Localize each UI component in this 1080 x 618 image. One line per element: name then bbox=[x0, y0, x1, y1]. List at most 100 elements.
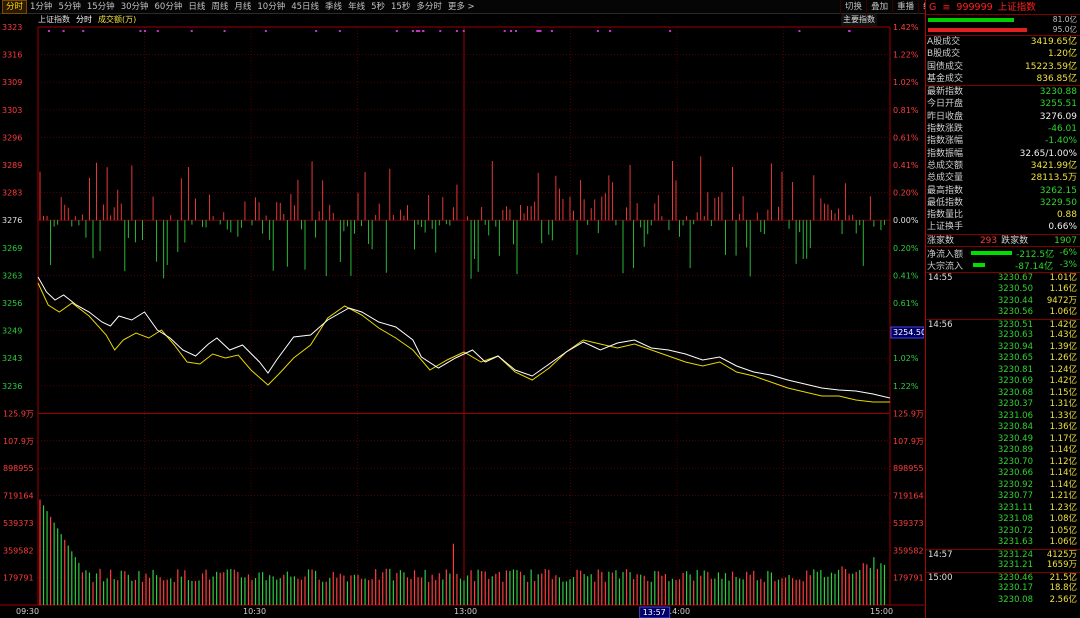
stats-value: 3262.15 bbox=[1039, 185, 1077, 196]
signal-marker bbox=[510, 30, 513, 32]
period-tab[interactable]: 年线 bbox=[345, 0, 368, 14]
turnover-row: 基金成交 836.85亿 bbox=[926, 73, 1080, 85]
subtab-intraday[interactable]: 分时 bbox=[76, 14, 92, 26]
volume-axis-label: 125.9万 bbox=[3, 409, 34, 418]
signal-marker bbox=[264, 30, 267, 32]
pct-axis-label: 1.02% bbox=[893, 354, 919, 363]
tick-volume: 1.24亿 bbox=[1049, 364, 1077, 375]
period-tab[interactable]: 15分钟 bbox=[84, 0, 118, 14]
tick-time bbox=[928, 514, 970, 526]
stats-row: 指数涨幅 -1.40% bbox=[926, 135, 1080, 147]
down-count-label: 跌家数 bbox=[1001, 235, 1029, 246]
turnover-value: 3419.65亿 bbox=[1030, 37, 1077, 47]
time-axis-label: 10:30 bbox=[243, 607, 266, 616]
tick-volume: 9472万 bbox=[1046, 295, 1077, 306]
tick-time: 15:00 bbox=[928, 572, 953, 583]
volume-axis-label-right: 179791 bbox=[893, 574, 924, 583]
period-tab[interactable]: 周线 bbox=[208, 0, 231, 14]
period-tab[interactable]: 45日线 bbox=[288, 0, 322, 14]
signal-marker bbox=[156, 30, 159, 32]
tick-time: 14:56 bbox=[928, 319, 953, 330]
period-tab[interactable]: 5分钟 bbox=[55, 0, 83, 14]
tick-time bbox=[928, 457, 970, 469]
tick-time bbox=[928, 376, 970, 388]
period-tab[interactable]: 1分钟 bbox=[27, 0, 55, 14]
tick-price: 3230.69 bbox=[997, 376, 1033, 387]
fund-flow-bar bbox=[973, 263, 985, 268]
tick-price: 3230.84 bbox=[997, 422, 1033, 433]
subtab-index-name[interactable]: 上证指数 bbox=[38, 14, 70, 26]
price-axis-label: 3323 bbox=[2, 23, 22, 32]
period-tab[interactable]: 5秒 bbox=[368, 0, 388, 14]
index-stats-section: 最新指数 3230.88 今日开盘 3255.51 昨日收盘 3276.09 指数涨跌 -46… bbox=[926, 85, 1080, 234]
signal-marker bbox=[395, 30, 398, 32]
tick-volume: 1.17亿 bbox=[1049, 433, 1077, 444]
tick-row: 3230.50 1.16亿 bbox=[926, 284, 1080, 296]
stats-label: 最高指数 bbox=[927, 185, 964, 196]
stats-row: 总成交额 3421.99亿 bbox=[926, 160, 1080, 172]
tick-price: 3231.63 bbox=[997, 537, 1033, 548]
signal-marker bbox=[439, 30, 442, 32]
volume-axis-label-right: 898955 bbox=[893, 464, 924, 473]
turnover-row: A股成交 3419.65亿 bbox=[926, 36, 1080, 48]
period-tab[interactable]: 多分时 bbox=[413, 0, 445, 14]
period-tab[interactable]: 30分钟 bbox=[118, 0, 152, 14]
volume-axis-label: 719164 bbox=[3, 492, 34, 501]
price-axis-label: 3236 bbox=[2, 382, 22, 391]
tool-button[interactable]: 叠加 bbox=[866, 0, 892, 14]
period-tab[interactable]: 分时 bbox=[2, 0, 28, 14]
tick-row: 3230.81 1.24亿 bbox=[926, 365, 1080, 377]
tick-time bbox=[928, 468, 970, 480]
tool-button[interactable]: 重播 bbox=[892, 0, 918, 14]
stats-label: 指数涨幅 bbox=[927, 136, 964, 147]
chart-canvas[interactable]: 3323 3316 3309 3303 3296 3289 3283 3276 3269 3263… bbox=[0, 14, 924, 618]
tick-volume: 1.14亿 bbox=[1049, 445, 1077, 456]
header-code: 999999 bbox=[956, 2, 993, 13]
period-tab[interactable]: 更多 > bbox=[445, 0, 478, 14]
tick-volume: 1.15亿 bbox=[1049, 387, 1077, 398]
volume-axis-label-right: 719164 bbox=[893, 492, 924, 501]
period-tab[interactable]: 季线 bbox=[322, 0, 345, 14]
tick-list[interactable]: 14:55 3230.67 1.01亿 3230.50 1.16亿 3230.44 9472… bbox=[926, 271, 1080, 607]
price-axis-label: 3256 bbox=[2, 299, 22, 308]
period-tab[interactable]: 日线 bbox=[185, 0, 208, 14]
stats-label: 今日开盘 bbox=[927, 99, 964, 110]
tick-time: 14:57 bbox=[928, 549, 953, 560]
stats-row: 最新指数 3230.88 bbox=[926, 86, 1080, 98]
stats-value: 28113.5万 bbox=[1030, 173, 1077, 184]
period-tab[interactable]: 10分钟 bbox=[254, 0, 288, 14]
period-tab[interactable]: 60分钟 bbox=[152, 0, 186, 14]
tick-volume: 18.8亿 bbox=[1049, 583, 1077, 594]
stats-value: 3276.09 bbox=[1039, 111, 1077, 122]
stats-label: 指数量比 bbox=[927, 210, 964, 221]
period-tab[interactable]: 月线 bbox=[231, 0, 254, 14]
signal-marker bbox=[422, 30, 425, 32]
tool-button[interactable]: 切换 bbox=[840, 0, 866, 14]
tick-volume: 1.16亿 bbox=[1049, 284, 1077, 295]
tick-row: 3230.92 1.14亿 bbox=[926, 480, 1080, 492]
tick-row: 3231.63 1.06亿 bbox=[926, 537, 1080, 549]
period-tab[interactable]: 15秒 bbox=[388, 0, 413, 14]
volume-axis-label: 107.9万 bbox=[3, 437, 34, 446]
pct-axis-label: 0.20% bbox=[893, 244, 919, 253]
stats-row: 指数振幅 32.65/1.00% bbox=[926, 148, 1080, 160]
stats-value: -1.40% bbox=[1045, 136, 1077, 147]
tick-volume: 1.08亿 bbox=[1049, 514, 1077, 525]
tick-row: 15:00 3230.46 21.5亿 bbox=[926, 571, 1080, 584]
signal-marker bbox=[514, 30, 517, 32]
tick-time bbox=[928, 537, 970, 549]
cursor-time-value: 13:57 bbox=[643, 608, 666, 617]
intraday-chart[interactable]: 3323 3316 3309 3303 3296 3289 3283 3276 3269 3263… bbox=[0, 14, 924, 618]
tick-row: 3230.17 18.8亿 bbox=[926, 583, 1080, 595]
signal-marker bbox=[411, 30, 414, 32]
fund-flow-pct: -3% bbox=[1059, 260, 1077, 271]
tick-price: 3231.11 bbox=[997, 502, 1033, 513]
subtab-turnover[interactable]: 成交额(万) bbox=[98, 14, 136, 26]
tick-time bbox=[928, 365, 970, 377]
stats-label: 指数振幅 bbox=[927, 148, 964, 159]
tick-row: 3230.68 1.15亿 bbox=[926, 388, 1080, 400]
tick-volume: 1.01亿 bbox=[1049, 272, 1077, 283]
main-indicator-label[interactable]: 主要指数 bbox=[841, 14, 877, 26]
tick-volume: 1.06亿 bbox=[1049, 307, 1077, 318]
fund-flow-row: 大宗流入 -87.14亿 -3% bbox=[926, 259, 1080, 272]
